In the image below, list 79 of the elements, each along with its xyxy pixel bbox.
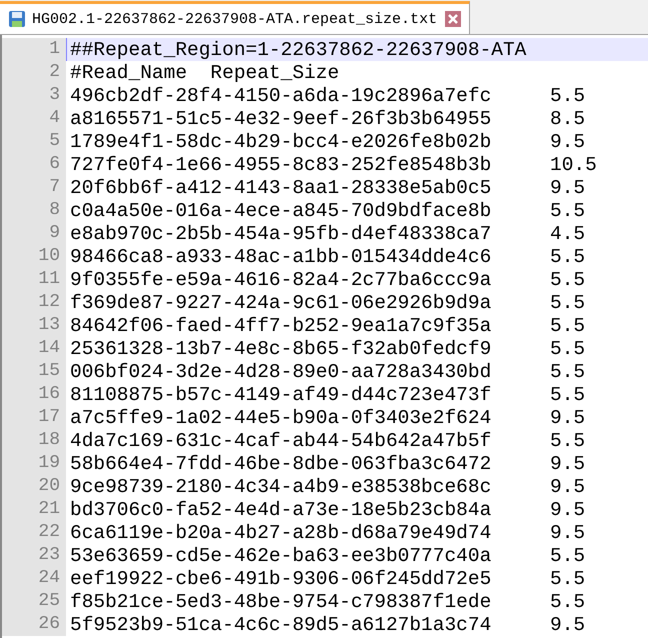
line-number: 7 <box>2 176 66 199</box>
read-name: 5f9523b9-51ca-4c6c-89d5-a6127b1a3c74 <box>70 614 492 636</box>
read-name: 84642f06-faed-4ff7-b252-9ea1a7c9f35a <box>70 314 492 336</box>
repeat-size: 5.5 <box>550 246 586 268</box>
line-number: 5 <box>2 130 66 153</box>
repeat-size: 9.5 <box>550 406 586 428</box>
line-number: 22 <box>2 521 66 544</box>
repeat-size: 5.5 <box>550 314 586 336</box>
read-name: 4da7c169-631c-4caf-ab44-54b642a47b5f <box>70 430 492 452</box>
line-number: 20 <box>2 475 66 498</box>
read-name: f369de87-9227-424a-9c61-06e2926b9d9a <box>70 292 492 314</box>
repeat-size: 9.5 <box>550 614 586 636</box>
line-number: 21 <box>2 498 66 521</box>
line-number: 23 <box>2 544 66 567</box>
read-name: 9f0355fe-e59a-4616-82a4-2c77ba6ccc9a <box>70 268 492 290</box>
repeat-size: 5.5 <box>550 384 586 406</box>
read-name: 9ce98739-2180-4c34-a4b9-e38538bce68c <box>70 476 492 498</box>
read-name: 53e63659-cd5e-462e-ba63-ee3b0777c40a <box>70 544 492 566</box>
repeat-size: 4.5 <box>550 222 586 244</box>
read-name: eef19922-cbe6-491b-9306-06f245dd72e5 <box>70 568 492 590</box>
repeat-size: 5.5 <box>550 292 586 314</box>
repeat-size: 5.5 <box>550 544 586 566</box>
repeat-size: 5.5 <box>550 430 586 452</box>
file-tab[interactable]: HG002.1-22637862-22637908-ATA.repeat_size.txt <box>0 1 470 34</box>
line-number: 12 <box>2 291 66 314</box>
repeat-size: 5.5 <box>550 84 586 106</box>
line-number: 13 <box>2 314 66 337</box>
read-name: 6ca6119e-b20a-4b27-a28b-d68a79e49d74 <box>70 522 492 544</box>
line-number: 3 <box>2 84 66 107</box>
read-name: 20f6bb6f-a412-4143-8aa1-28338e5ab0c5 <box>70 176 492 198</box>
line-number: 16 <box>2 383 66 406</box>
repeat-size: 5.5 <box>550 360 586 382</box>
read-name: c0a4a50e-016a-4ece-a845-70d9bdface8b <box>70 200 492 222</box>
repeat-size: 8.5 <box>550 108 586 130</box>
read-name: 98466ca8-a933-48ac-a1bb-015434dde4c6 <box>70 246 492 268</box>
line-number: 10 <box>2 245 66 268</box>
save-icon <box>8 10 26 28</box>
line-number: 17 <box>2 406 66 429</box>
read-name: e8ab970c-2b5b-454a-95fb-d4ef48338ca7 <box>70 222 492 244</box>
line-number: 25 <box>2 590 66 613</box>
repeat-size: 9.5 <box>550 130 586 152</box>
read-name: bd3706c0-fa52-4e4d-a73e-18e5b23cb84a <box>70 498 492 520</box>
repeat-size: 5.5 <box>550 338 586 360</box>
line-number: 14 <box>2 337 66 360</box>
repeat-size: 9.5 <box>550 452 586 474</box>
repeat-size: 9.5 <box>550 176 586 198</box>
read-name: 81108875-b57c-4149-af49-d44c723e473f <box>70 384 492 406</box>
repeat-size: 5.5 <box>550 268 586 290</box>
repeat-size: 9.5 <box>550 498 586 520</box>
close-icon[interactable] <box>445 11 461 27</box>
read-name: f85b21ce-5ed3-48be-9754-c798387f1ede <box>70 590 492 612</box>
repeat-size: 9.5 <box>550 522 586 544</box>
line-number: 24 <box>2 567 66 590</box>
read-name: a7c5ffe9-1a02-44e5-b90a-0f3403e2f624 <box>70 406 492 428</box>
repeat-size: 10.5 <box>550 154 597 176</box>
read-name: 1789e4f1-58dc-4b29-bcc4-e2026fe8b02b <box>70 130 492 152</box>
line-number: 19 <box>2 452 66 475</box>
line-number: 4 <box>2 107 66 130</box>
line-number: 6 <box>2 153 66 176</box>
line-number: 26 <box>2 613 66 636</box>
line-number: 8 <box>2 199 66 222</box>
line-number: 1 <box>2 38 66 61</box>
repeat-size: 9.5 <box>550 476 586 498</box>
repeat-size: 5.5 <box>550 590 586 612</box>
read-name: 25361328-13b7-4e8c-8b65-f32ab0fedcf9 <box>70 338 492 360</box>
line-number: 9 <box>2 222 66 245</box>
line-text: ##Repeat_Region=1-22637862-22637908-ATA <box>70 38 526 60</box>
line-number: 18 <box>2 429 66 452</box>
line-text: #Read_Name Repeat_Size <box>70 62 340 84</box>
read-name: a8165571-51c5-4e32-9eef-26f3b3b64955 <box>70 108 492 130</box>
read-name: 727fe0f4-1e66-4955-8c83-252fe8548b3b <box>70 154 492 176</box>
read-name: 58b664e4-7fdd-46be-8dbe-063fba3c6472 <box>70 452 492 474</box>
read-name: 496cb2df-28f4-4150-a6da-19c2896a7efc <box>70 84 492 106</box>
line-number: 15 <box>2 360 66 383</box>
read-name: 006bf024-3d2e-4d28-89e0-aa728a3430bd <box>70 360 492 382</box>
line-number: 2 <box>2 61 66 84</box>
repeat-size: 5.5 <box>550 200 586 222</box>
line-number: 11 <box>2 268 66 291</box>
repeat-size: 5.5 <box>550 568 586 590</box>
